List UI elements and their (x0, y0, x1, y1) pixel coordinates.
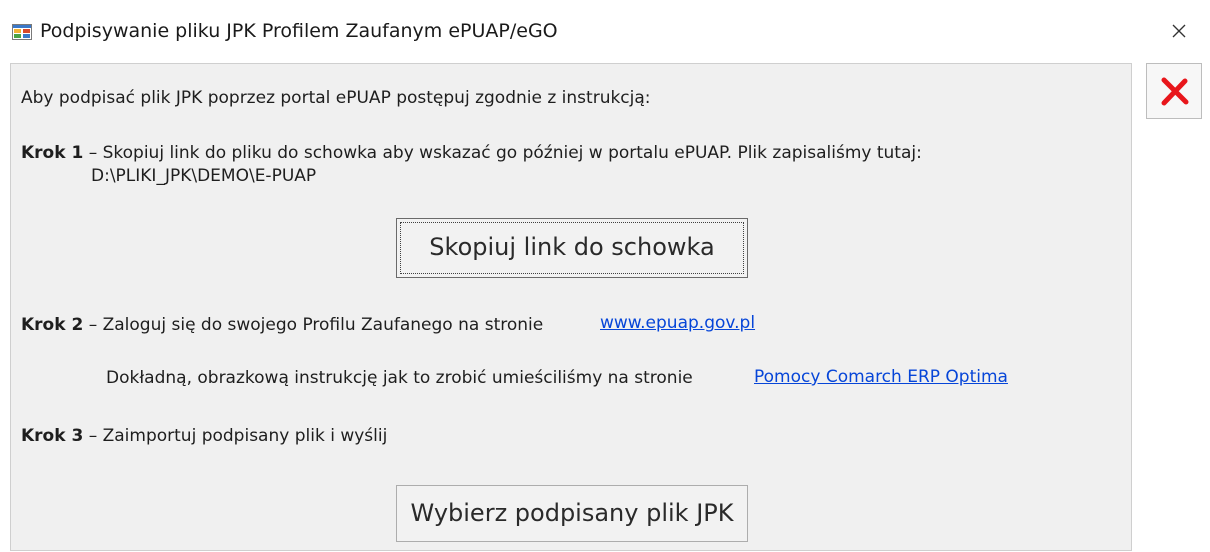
title-bar: Podpisywanie pliku JPK Profilem Zaufanym… (0, 0, 1210, 60)
step2-label: Krok 2 (21, 315, 84, 335)
window-title: Podpisywanie pliku JPK Profilem Zaufanym… (40, 20, 558, 42)
step2-detail-text: Dokładną, obrazkową instrukcję jak to zr… (106, 368, 693, 388)
choose-signed-file-button-label: Wybierz podpisany plik JPK (410, 499, 734, 527)
copy-link-button[interactable]: Skopiuj link do schowka (396, 218, 748, 278)
step1-line: Krok 1 – Skopiuj link do pliku do schowk… (21, 143, 922, 163)
copy-link-button-label: Skopiuj link do schowka (429, 233, 715, 261)
choose-signed-file-button[interactable]: Wybierz podpisany plik JPK (396, 485, 748, 542)
step2-text: – Zaloguj się do swojego Profilu Zaufane… (83, 315, 544, 335)
step1-text: – Skopiuj link do pliku do schowka aby w… (83, 143, 922, 163)
step2-line: Krok 2 – Zaloguj się do swojego Profilu … (21, 315, 543, 335)
app-window-icon (12, 24, 32, 40)
comarch-help-link[interactable]: Pomocy Comarch ERP Optima (754, 367, 1008, 387)
red-x-cancel-icon (1161, 77, 1189, 106)
epuap-link[interactable]: www.epuap.gov.pl (600, 313, 755, 333)
step3-label: Krok 3 (21, 426, 84, 446)
step1-file-path: D:\PLIKI_JPK\DEMO\E-PUAP (91, 166, 317, 186)
instructions-panel: Aby podpisać plik JPK poprzez portal ePU… (10, 63, 1132, 551)
right-toolbar (1146, 63, 1202, 551)
cancel-button[interactable] (1146, 63, 1202, 119)
close-icon[interactable] (1162, 14, 1196, 48)
intro-text: Aby podpisać plik JPK poprzez portal ePU… (21, 88, 651, 108)
step3-line: Krok 3 – Zaimportuj podpisany plik i wyś… (21, 426, 387, 446)
step3-text: – Zaimportuj podpisany plik i wyślij (83, 426, 388, 446)
step1-label: Krok 1 (21, 143, 84, 163)
